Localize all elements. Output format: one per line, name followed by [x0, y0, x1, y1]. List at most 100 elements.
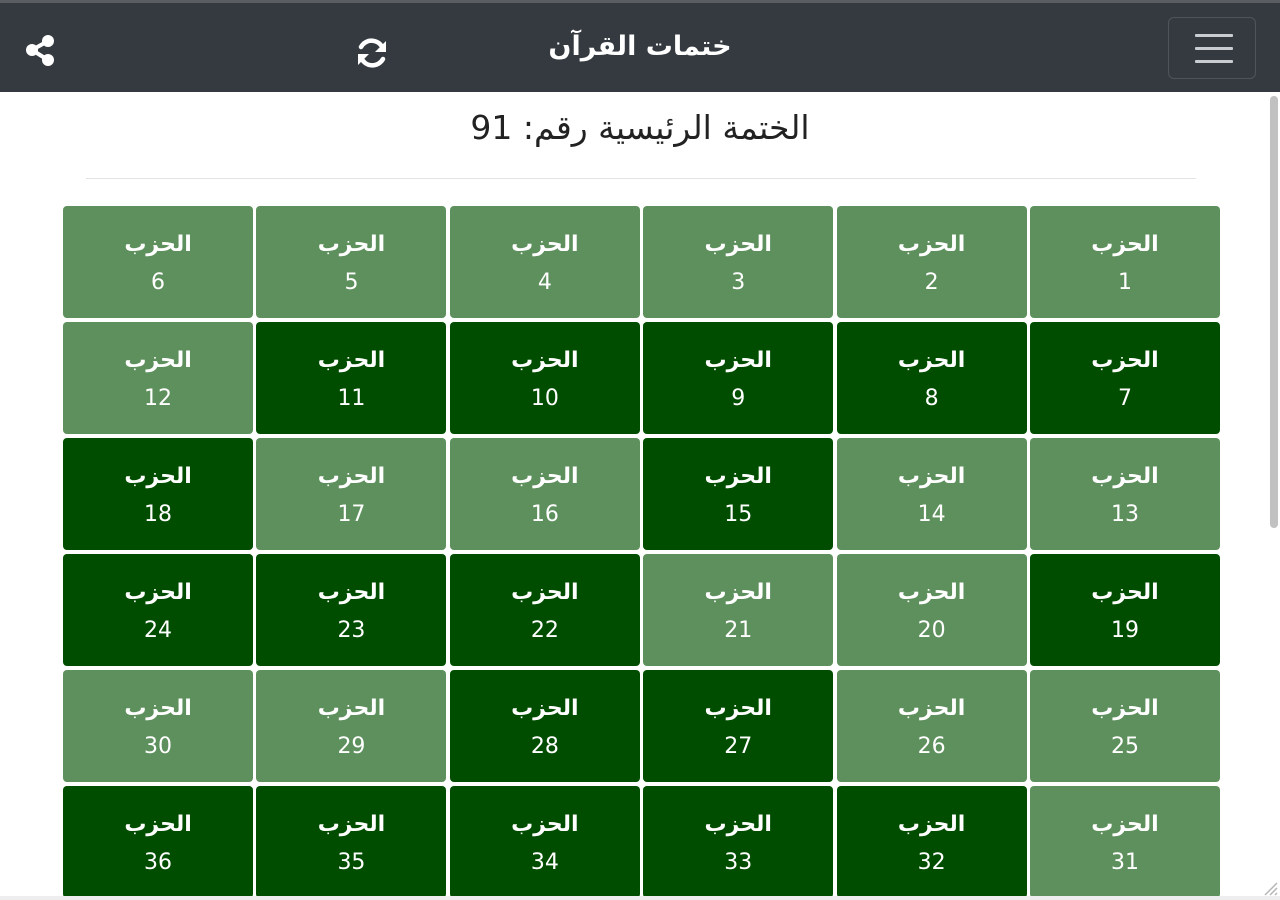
- hizb-label: الحزب: [897, 696, 966, 721]
- hizb-cell[interactable]: الحزب 13: [1030, 438, 1220, 550]
- hizb-number: 1: [1118, 270, 1132, 295]
- resize-grip-icon[interactable]: [1262, 880, 1278, 896]
- hizb-number: 3: [731, 270, 746, 295]
- refresh-icon: [358, 38, 386, 68]
- hizb-cell[interactable]: الحزب 31: [1030, 786, 1220, 898]
- hizb-cell[interactable]: الحزب 17: [256, 438, 447, 550]
- hizb-cell[interactable]: الحزب 36: [63, 786, 254, 898]
- hizb-number: 26: [917, 734, 946, 759]
- hizb-number: 12: [144, 386, 173, 411]
- scrollbar-thumb[interactable]: [1270, 96, 1278, 528]
- hizb-cell[interactable]: الحزب 30: [63, 670, 254, 782]
- hizb-number: 36: [144, 850, 173, 875]
- hizb-label: الحزب: [124, 812, 192, 837]
- hizb-cell[interactable]: الحزب 11: [256, 322, 447, 434]
- hizb-label: الحزب: [317, 232, 386, 257]
- hizb-label: الحزب: [511, 348, 579, 373]
- hizb-cell[interactable]: الحزب 21: [643, 554, 834, 666]
- hizb-label: الحزب: [511, 812, 579, 837]
- hizb-cell[interactable]: الحزب 32: [836, 786, 1027, 898]
- hizb-number: 20: [917, 618, 946, 643]
- hizb-number: 19: [1111, 618, 1139, 643]
- hizb-cell[interactable]: الحزب 18: [63, 438, 254, 550]
- hizb-number: 35: [337, 850, 366, 875]
- hizb-cell[interactable]: الحزب 35: [256, 786, 447, 898]
- page-heading: الختمة الرئيسية رقم: 91: [470, 108, 810, 147]
- hizb-label: الحزب: [124, 580, 192, 605]
- hizb-label: الحزب: [511, 580, 579, 605]
- hizb-label: الحزب: [317, 580, 386, 605]
- hizb-label: الحزب: [704, 348, 772, 373]
- hizb-cell[interactable]: الحزب 29: [256, 670, 447, 782]
- hizb-cell[interactable]: الحزب 16: [449, 438, 640, 550]
- hizb-cell[interactable]: الحزب 28: [449, 670, 640, 782]
- hizb-cell[interactable]: الحزب 20: [836, 554, 1027, 666]
- hizb-cell[interactable]: الحزب 27: [643, 670, 834, 782]
- hizb-number: 10: [530, 386, 559, 411]
- hizb-number: 6: [151, 270, 166, 295]
- hizb-label: الحزب: [511, 464, 579, 489]
- hizb-label: الحزب: [704, 464, 772, 489]
- hizb-number: 14: [917, 502, 946, 527]
- hizb-cell[interactable]: الحزب 14: [836, 438, 1027, 550]
- hizb-number: 23: [337, 618, 366, 643]
- hizb-number: 2: [924, 270, 939, 295]
- hizb-cell[interactable]: الحزب 4: [449, 206, 640, 318]
- hizb-number: 13: [1111, 502, 1139, 527]
- hizb-number: 21: [724, 618, 753, 643]
- hizb-cell[interactable]: الحزب 33: [643, 786, 834, 898]
- hizb-number: 24: [144, 618, 173, 643]
- divider: [86, 178, 1196, 179]
- hizb-number: 31: [1111, 850, 1139, 875]
- menu-toggle-button[interactable]: [1168, 17, 1256, 79]
- hizb-cell[interactable]: الحزب 5: [256, 206, 447, 318]
- app-title: ختمات القرآن: [548, 31, 732, 62]
- hizb-label: الحزب: [897, 348, 966, 373]
- hizb-number: 25: [1111, 734, 1139, 759]
- hizb-label: الحزب: [704, 696, 772, 721]
- hizb-number: 29: [337, 734, 366, 759]
- share-button[interactable]: [22, 33, 58, 69]
- hizb-cell[interactable]: الحزب 19: [1030, 554, 1220, 666]
- hizb-cell[interactable]: الحزب 23: [256, 554, 447, 666]
- hizb-number: 30: [144, 734, 173, 759]
- hizb-label: الحزب: [124, 464, 192, 489]
- hizb-label: الحزب: [704, 580, 772, 605]
- hizb-label: الحزب: [124, 696, 192, 721]
- hizb-label: الحزب: [317, 812, 386, 837]
- hizb-number: 18: [144, 502, 173, 527]
- hizb-cell[interactable]: الحزب 2: [836, 206, 1027, 318]
- hizb-label: الحزب: [317, 696, 386, 721]
- hizb-label: الحزب: [1091, 232, 1159, 257]
- hizb-cell[interactable]: الحزب 15: [643, 438, 834, 550]
- hizb-label: الحزب: [1091, 696, 1159, 721]
- hizb-number: 34: [530, 850, 559, 875]
- hizb-label: الحزب: [317, 348, 386, 373]
- scrollbar[interactable]: [1266, 92, 1280, 900]
- hizb-number: 5: [344, 270, 359, 295]
- hizb-cell[interactable]: الحزب 3: [643, 206, 834, 318]
- hizb-cell[interactable]: الحزب 1: [1030, 206, 1220, 318]
- hizb-cell[interactable]: الحزب 10: [449, 322, 640, 434]
- hizb-cell[interactable]: الحزب 24: [63, 554, 254, 666]
- hizb-cell[interactable]: الحزب 9: [643, 322, 834, 434]
- hizb-cell[interactable]: الحزب 6: [63, 206, 254, 318]
- hizb-number: 27: [724, 734, 753, 759]
- hizb-label: الحزب: [511, 696, 579, 721]
- hizb-number: 9: [731, 386, 746, 411]
- hizb-label: الحزب: [897, 232, 966, 257]
- hizb-number: 4: [537, 270, 552, 295]
- hizb-number: 16: [530, 502, 559, 527]
- hizb-cell[interactable]: الحزب 22: [449, 554, 640, 666]
- hizb-cell[interactable]: الحزب 34: [449, 786, 640, 898]
- hizb-cell[interactable]: الحزب 12: [63, 322, 254, 434]
- hizb-cell[interactable]: الحزب 7: [1030, 322, 1220, 434]
- hizb-cell[interactable]: الحزب 26: [836, 670, 1027, 782]
- hizb-cell[interactable]: الحزب 25: [1030, 670, 1220, 782]
- hizb-number: 8: [924, 386, 939, 411]
- hizb-number: 7: [1118, 386, 1132, 411]
- refresh-button[interactable]: [352, 33, 392, 73]
- hizb-cell[interactable]: الحزب 8: [836, 322, 1027, 434]
- hizb-label: الحزب: [897, 812, 966, 837]
- navbar: ختمات القرآن: [0, 3, 1280, 92]
